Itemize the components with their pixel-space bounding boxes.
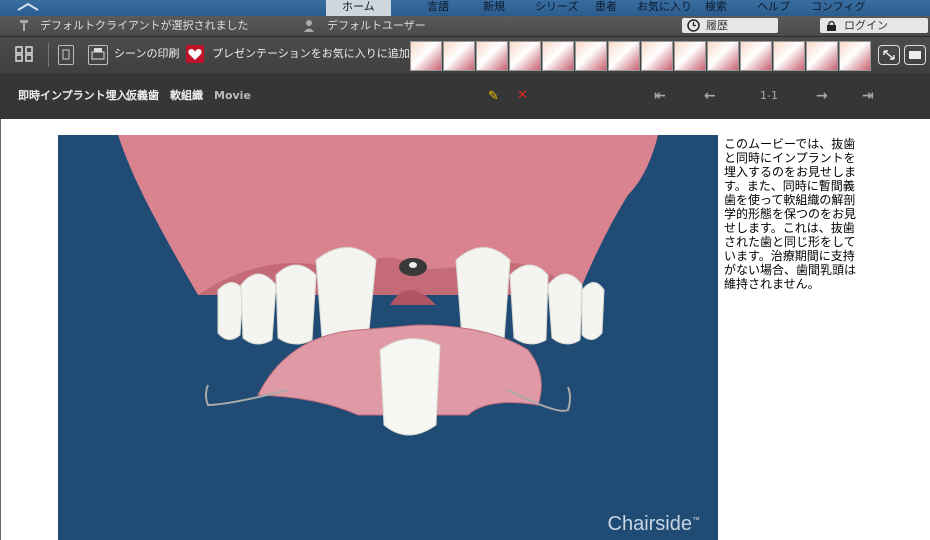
history-button[interactable]: 履歴 (682, 18, 778, 33)
pin-icon (18, 19, 30, 32)
lock-icon (825, 19, 838, 36)
scene-thumbnail-8[interactable] (641, 41, 673, 71)
nav-favorites[interactable]: お気に入り (637, 0, 692, 16)
nav-series[interactable]: シリーズ (535, 0, 578, 16)
scene-thumbnail-12[interactable] (773, 41, 805, 71)
login-label: ログイン (844, 19, 888, 32)
first-page-icon[interactable]: ⇤ (654, 88, 666, 104)
brand-trademark: ™ (692, 515, 700, 525)
nav-new[interactable]: 新規 (483, 0, 505, 16)
scene-thumbnail-14[interactable] (839, 41, 871, 71)
print-icon[interactable] (88, 45, 108, 65)
toolbar-divider (48, 43, 49, 67)
scene-thumbnail-3[interactable] (476, 41, 508, 71)
title-segment-3: 軟組織 (170, 89, 203, 102)
brand-name: Chairside (607, 513, 692, 535)
top-nav-bar: ホーム 言語 新規 シリーズ 患者 お気に入り 検索 ヘルプ コンフィグ (0, 0, 930, 16)
movie-description: このムービーでは、抜歯と同時にインプラントを埋入するのをお見せします。また、同時… (724, 137, 857, 291)
toolbar: シーンの印刷 プレゼンテーションをお気に入りに追加 (0, 36, 930, 73)
fit-screen-icon[interactable] (14, 45, 34, 63)
scene-thumbnail-5[interactable] (542, 41, 574, 71)
client-status-text: デフォルトクライアントが選択されました (40, 19, 249, 32)
dental-model-illustration (118, 135, 658, 436)
scene-thumbnail-13[interactable] (806, 41, 838, 71)
delete-icon[interactable]: ✕ (517, 88, 528, 103)
last-page-icon[interactable]: ⇥ (862, 88, 874, 104)
next-page-icon[interactable]: → (816, 88, 828, 104)
scene-thumbnail-4[interactable] (509, 41, 541, 71)
print-scene-button[interactable]: シーンの印刷 (114, 47, 179, 61)
user-icon (303, 19, 315, 32)
scene-thumbnail-10[interactable] (707, 41, 739, 71)
title-segment-4: Movie (214, 89, 251, 102)
nav-search[interactable]: 検索 (705, 0, 727, 16)
scene-thumbnail-7[interactable] (608, 41, 640, 71)
content-left-border (0, 119, 1, 540)
edit-pencil-icon[interactable]: ✎ (488, 89, 499, 104)
scene-thumbnail-6[interactable] (575, 41, 607, 71)
presentation-title-bar: 即時インプラント埋入 仮義歯 軟組織 Movie ✎ ✕ ⇤ ← 1-1 → ⇥ (0, 73, 930, 119)
scene-thumbnail-2[interactable] (443, 41, 475, 71)
nav-patient[interactable]: 患者 (595, 0, 617, 16)
scene-thumbnail-9[interactable] (674, 41, 706, 71)
fullscreen-icon[interactable] (878, 45, 900, 65)
heart-icon[interactable] (186, 45, 204, 63)
page-indicator: 1-1 (760, 89, 778, 102)
scene-thumbnail-11[interactable] (740, 41, 772, 71)
title-segment-2: 仮義歯 (126, 89, 159, 102)
movie-player[interactable]: Chairside™ (58, 135, 718, 540)
login-button[interactable]: ログイン (820, 18, 928, 33)
nav-config[interactable]: コンフィグ (811, 0, 865, 16)
title-segment-1: 即時インプラント埋入 (18, 89, 128, 102)
nav-language[interactable]: 言語 (427, 0, 449, 16)
present-icon[interactable] (904, 45, 926, 65)
document-icon[interactable] (58, 45, 74, 65)
user-status-text: デフォルトユーザー (327, 19, 426, 32)
nav-help[interactable]: ヘルプ (757, 0, 790, 16)
prev-page-icon[interactable]: ← (704, 88, 716, 104)
clock-icon (687, 19, 700, 36)
scene-thumbnail-1[interactable] (410, 41, 442, 71)
nav-home[interactable]: ホーム (326, 0, 391, 16)
history-label: 履歴 (706, 19, 728, 32)
status-bar: デフォルトクライアントが選択されました デフォルトユーザー 履歴 ログイン (0, 16, 930, 36)
add-favorite-button[interactable]: プレゼンテーションをお気に入りに追加 (212, 47, 410, 61)
chairside-watermark: Chairside™ (608, 513, 700, 536)
app-logo-icon (14, 0, 46, 14)
